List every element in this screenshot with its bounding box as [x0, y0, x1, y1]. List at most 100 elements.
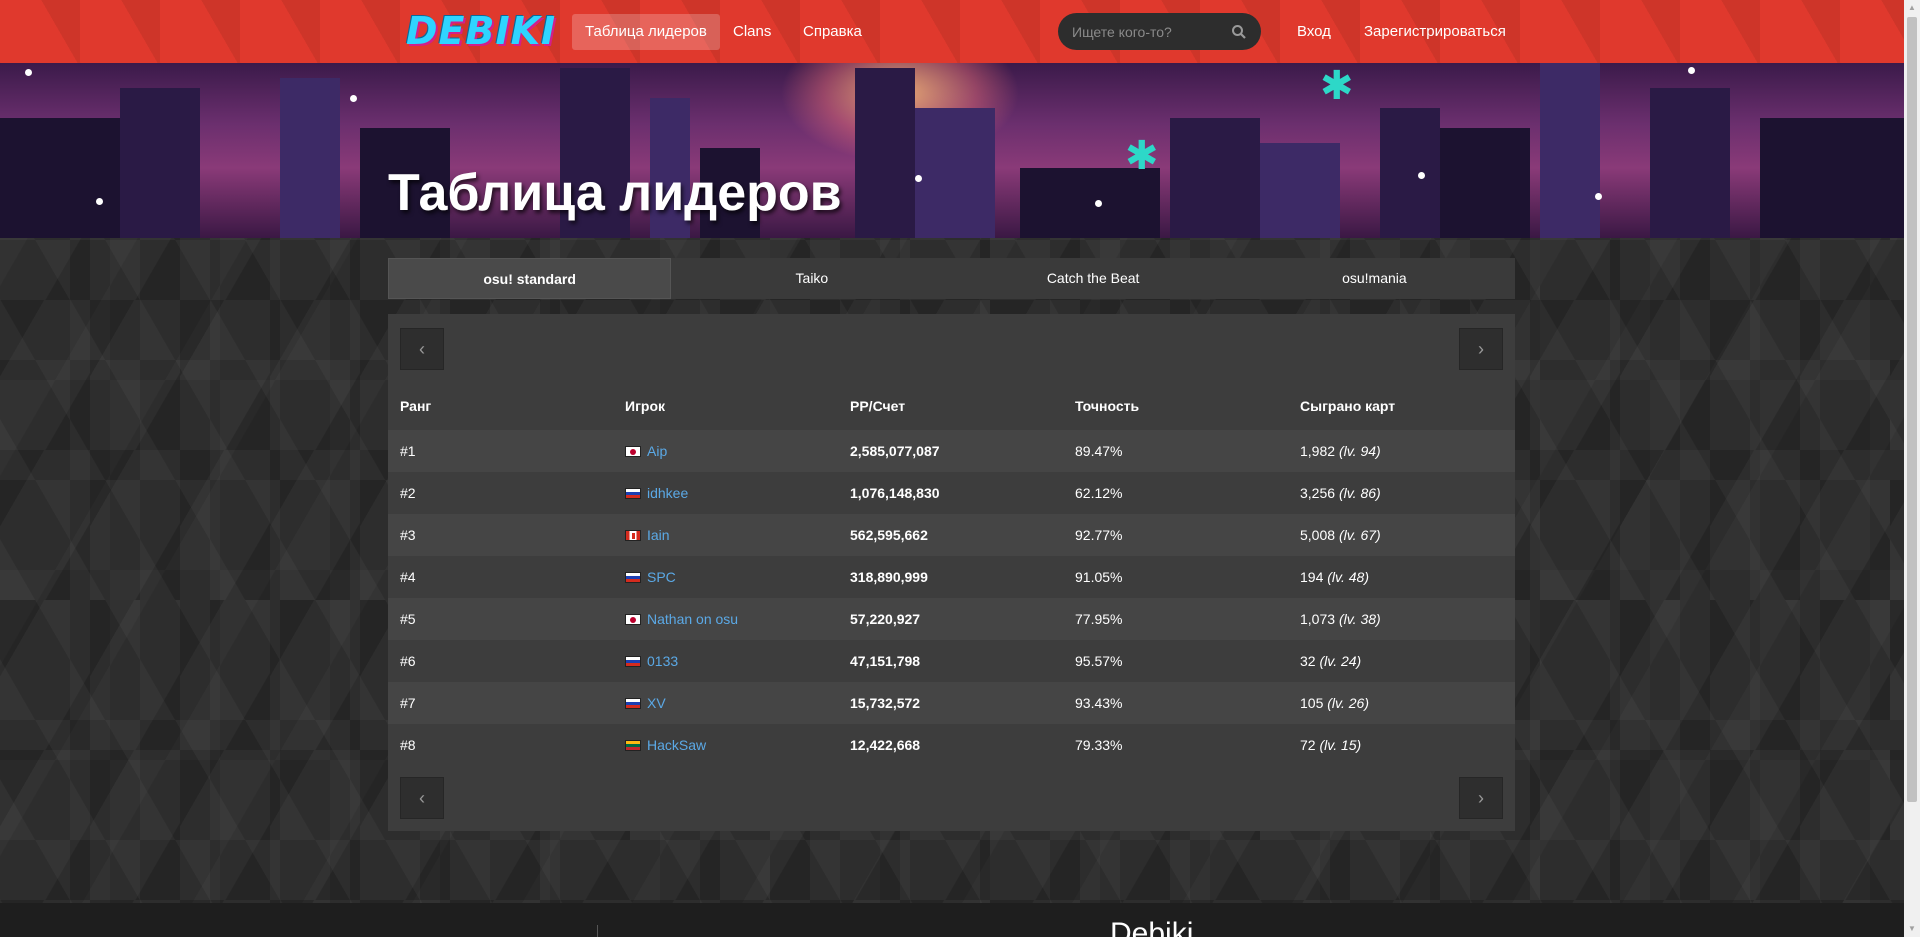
hero-banner: ✱ ✱ Таблица лидеров [0, 63, 1904, 238]
scroll-up-arrow-icon[interactable]: ▲ [1904, 0, 1920, 16]
plays-cell: 72 (lv. 15) [1288, 724, 1515, 766]
country-flag-icon [625, 740, 641, 751]
page-title: Таблица лидеров [388, 164, 842, 222]
plays-cell: 1,982 (lv. 94) [1288, 430, 1515, 472]
plays-count: 72 [1300, 737, 1316, 753]
player-cell: Iain [613, 514, 838, 556]
player-level: (lv. 15) [1319, 737, 1362, 753]
nav-clans[interactable]: Clans [720, 14, 784, 50]
rank-cell: #5 [388, 598, 613, 640]
chevron-left-icon: ‹ [419, 338, 425, 359]
accuracy-cell: 79.33% [1063, 724, 1288, 766]
rank-cell: #4 [388, 556, 613, 598]
tab-osu-mania[interactable]: osu!mania [1234, 258, 1515, 299]
player-link[interactable]: HackSaw [647, 737, 706, 753]
plays-count: 1,073 [1300, 611, 1336, 627]
next-page-button[interactable]: › [1459, 328, 1503, 370]
plays-count: 194 [1300, 569, 1324, 585]
chevron-right-icon: › [1478, 338, 1484, 359]
plays-count: 5,008 [1300, 527, 1336, 543]
player-level: (lv. 94) [1338, 443, 1381, 459]
nav-leaderboard[interactable]: Таблица лидеров [572, 14, 720, 50]
plays-cell: 1,073 (lv. 38) [1288, 598, 1515, 640]
country-flag-icon [625, 614, 641, 625]
prev-page-button-bottom[interactable]: ‹ [400, 777, 444, 819]
leaderboard-table: Ранг Игрок PP/Счет Точность Сыграно карт… [388, 381, 1515, 766]
header-accuracy[interactable]: Точность [1063, 381, 1288, 430]
table-row: #6 0133 47,151,798 95.57% 32 (lv. 24) [388, 640, 1515, 682]
search-icon[interactable] [1231, 24, 1247, 40]
rank-cell: #6 [388, 640, 613, 682]
register-link[interactable]: Зарегистрироваться [1351, 14, 1519, 50]
score-cell: 47,151,798 [838, 640, 1063, 682]
player-cell: HackSaw [613, 724, 838, 766]
plays-cell: 5,008 (lv. 67) [1288, 514, 1515, 556]
scroll-down-arrow-icon[interactable]: ▼ [1904, 921, 1920, 937]
header-score[interactable]: PP/Счет [838, 381, 1063, 430]
score-cell: 562,595,662 [838, 514, 1063, 556]
player-link[interactable]: Iain [647, 527, 670, 543]
header-player[interactable]: Игрок [613, 381, 838, 430]
country-flag-icon [625, 698, 641, 709]
player-level: (lv. 26) [1327, 695, 1369, 711]
player-level: (lv. 48) [1327, 569, 1369, 585]
player-cell: SPC [613, 556, 838, 598]
palm-icon: ✱ [1125, 134, 1159, 178]
plays-cell: 105 (lv. 26) [1288, 682, 1515, 724]
header-plays[interactable]: Сыграно карт [1288, 381, 1515, 430]
country-flag-icon [625, 572, 641, 583]
plays-cell: 194 (lv. 48) [1288, 556, 1515, 598]
search-input[interactable] [1072, 23, 1231, 40]
table-row: #1 Aip 2,585,077,087 89.47% 1,982 (lv. 94) [388, 430, 1515, 472]
accuracy-cell: 89.47% [1063, 430, 1288, 472]
country-flag-icon [625, 656, 641, 667]
chevron-left-icon: ‹ [419, 787, 425, 808]
header-rank[interactable]: Ранг [388, 381, 613, 430]
player-cell: 0133 [613, 640, 838, 682]
plays-cell: 32 (lv. 24) [1288, 640, 1515, 682]
rank-cell: #7 [388, 682, 613, 724]
player-link[interactable]: SPC [647, 569, 676, 585]
table-row: #2 idhkee 1,076,148,830 62.12% 3,256 (lv. 86… [388, 472, 1515, 514]
next-page-button-bottom[interactable]: › [1459, 777, 1503, 819]
player-link[interactable]: XV [647, 695, 666, 711]
footer-divider [597, 925, 598, 937]
prev-page-button[interactable]: ‹ [400, 328, 444, 370]
player-level: (lv. 67) [1338, 527, 1381, 543]
top-navbar: DEBIKI Таблица лидеров Clans Справка Вхо… [0, 0, 1904, 63]
player-level: (lv. 86) [1338, 485, 1381, 501]
player-cell: idhkee [613, 472, 838, 514]
nav-help[interactable]: Справка [790, 14, 875, 50]
palm-icon: ✱ [1320, 64, 1354, 108]
tab-osu-standard[interactable]: osu! standard [388, 258, 672, 299]
login-link[interactable]: Вход [1284, 14, 1344, 50]
plays-count: 3,256 [1300, 485, 1336, 501]
plays-cell: 3,256 (lv. 86) [1288, 472, 1515, 514]
score-cell: 1,076,148,830 [838, 472, 1063, 514]
player-link[interactable]: Nathan on osu [647, 611, 738, 627]
table-row: #4 SPC 318,890,999 91.05% 194 (lv. 48) [388, 556, 1515, 598]
chevron-right-icon: › [1478, 787, 1484, 808]
tab-catch-the-beat[interactable]: Catch the Beat [953, 258, 1234, 299]
player-link[interactable]: Aip [647, 443, 667, 459]
player-link[interactable]: 0133 [647, 653, 678, 669]
page-scrollbar[interactable]: ▲ ▼ [1904, 0, 1920, 937]
rank-cell: #8 [388, 724, 613, 766]
score-cell: 12,422,668 [838, 724, 1063, 766]
accuracy-cell: 91.05% [1063, 556, 1288, 598]
plays-count: 1,982 [1300, 443, 1336, 459]
accuracy-cell: 92.77% [1063, 514, 1288, 556]
accuracy-cell: 77.95% [1063, 598, 1288, 640]
accuracy-cell: 93.43% [1063, 682, 1288, 724]
search-box [1058, 13, 1261, 50]
tab-taiko[interactable]: Taiko [671, 258, 952, 299]
player-link[interactable]: idhkee [647, 485, 688, 501]
site-logo[interactable]: DEBIKI [406, 10, 555, 52]
footer: Debiki [0, 903, 1904, 937]
table-row: #3 Iain 562,595,662 92.77% 5,008 (lv. 67) [388, 514, 1515, 556]
scroll-thumb[interactable] [1907, 17, 1917, 802]
country-flag-icon [625, 446, 641, 457]
rank-cell: #1 [388, 430, 613, 472]
plays-count: 32 [1300, 653, 1316, 669]
table-row: #8 HackSaw 12,422,668 79.33% 72 (lv. 15) [388, 724, 1515, 766]
